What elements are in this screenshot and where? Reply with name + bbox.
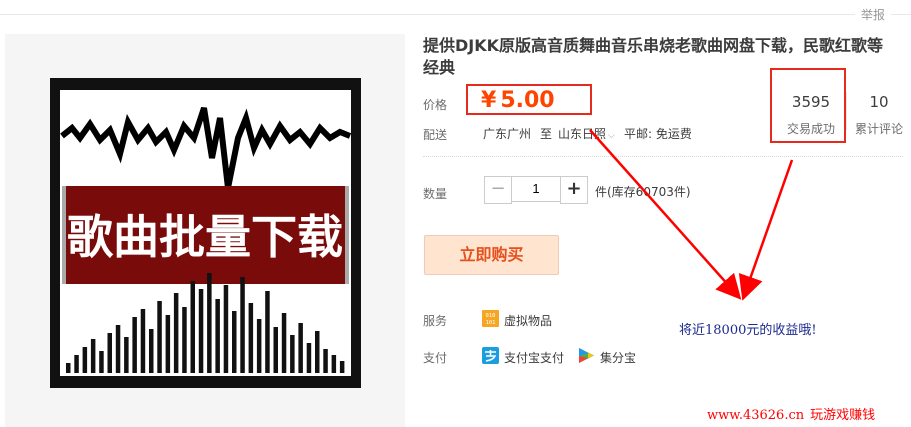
equalizer-bar <box>124 337 129 373</box>
sales-label: 交易成功 <box>786 122 835 136</box>
buy-now-button[interactable]: 立即购买 <box>424 235 559 275</box>
quantity-label: 数量 <box>423 187 448 201</box>
equalizer-bar <box>82 347 88 373</box>
ship-to-selector[interactable]: 山东日照 ⌵ <box>558 125 615 142</box>
equalizer-bar <box>99 351 104 373</box>
shipping-method: 平邮: 免运费 <box>624 127 692 141</box>
payment-alipay[interactable]: 支付宝支付 <box>504 349 564 366</box>
equalizer-bar <box>165 315 171 373</box>
price-value: 5.00 <box>500 88 555 113</box>
equalizer-bar <box>157 301 162 373</box>
equalizer-bar <box>66 363 71 373</box>
ship-to: 山东日照 <box>558 127 607 141</box>
equalizer-bar <box>306 343 312 373</box>
equalizer-bar <box>232 311 237 373</box>
equalizer-bar <box>90 339 96 373</box>
equalizer-bar <box>240 277 245 373</box>
equalizer-bar <box>265 291 270 373</box>
watermark-url: www.43626.cn <box>707 408 805 423</box>
equalizer-bar <box>290 335 295 373</box>
sales-count: 3595 <box>791 93 831 111</box>
virtual-goods-icon: 010 101 <box>482 310 499 327</box>
equalizer-bar <box>198 289 204 373</box>
ship-from: 广东广州 <box>483 127 532 141</box>
equalizer-bar <box>132 317 137 373</box>
arrow-from-price <box>589 129 742 300</box>
services-label: 服务 <box>423 314 448 328</box>
quantity-decrease-button[interactable]: − <box>484 176 512 204</box>
price: ¥5.00 <box>481 88 555 114</box>
stock-text: 件(库存60703件) <box>595 185 691 199</box>
chevron-down-icon: ⌵ <box>608 131 615 141</box>
earnings-annotation: 将近18000元的收益哦! <box>679 323 817 338</box>
report-link[interactable]: 举报 <box>854 6 891 23</box>
equalizer-bar <box>223 285 229 373</box>
shipping-label: 配送 <box>423 128 448 142</box>
review-label[interactable]: 累计评论 <box>844 120 911 137</box>
equalizer-bar <box>173 293 179 373</box>
payment-label: 支付 <box>423 351 448 365</box>
equalizer-bar <box>248 303 254 373</box>
equalizer-bar <box>149 329 154 373</box>
equalizer-bar <box>339 361 345 373</box>
banner-text: 歌曲批量下载 <box>67 210 343 264</box>
review-count[interactable]: 10 <box>844 93 911 111</box>
service-virtual-goods[interactable]: 虚拟物品 <box>504 312 552 329</box>
equalizer-bar <box>207 273 212 373</box>
jifenbao-icon <box>579 348 594 363</box>
equalizer-bar <box>281 313 287 373</box>
site-watermark: www.43626.cn 玩游戏赚钱 <box>707 404 875 423</box>
equalizer-bar <box>190 281 195 373</box>
equalizer-bar <box>315 331 320 373</box>
payment-jifenbao[interactable]: 集分宝 <box>600 349 636 366</box>
quantity-input[interactable] <box>512 176 560 202</box>
ship-to-word: 至 <box>540 127 553 141</box>
watermark-slogan: 玩游戏赚钱 <box>810 408 876 423</box>
currency-symbol: ¥ <box>481 88 497 113</box>
equalizer-bar <box>140 309 146 373</box>
equalizer-bar <box>182 307 187 373</box>
equalizer-bar <box>107 333 112 373</box>
price-label: 价格 <box>423 98 448 112</box>
product-image[interactable]: 歌曲批量下载 <box>50 78 361 388</box>
top-divider <box>0 14 911 15</box>
equalizer-bar <box>115 325 121 373</box>
alipay-icon <box>482 347 499 364</box>
quantity-stepper: − + <box>484 176 588 204</box>
equalizer-bar <box>323 349 328 373</box>
info-divider <box>423 156 903 157</box>
svg-text:101: 101 <box>486 320 496 326</box>
equalizer-bar <box>273 327 278 373</box>
equalizer-bar <box>256 319 262 373</box>
arrow-from-sales <box>738 159 794 301</box>
equalizer-bar <box>215 299 220 373</box>
quantity-increase-button[interactable]: + <box>560 176 588 204</box>
equalizer-bar <box>331 355 337 373</box>
equalizer-bar <box>298 323 303 373</box>
equalizer-bar <box>74 355 79 373</box>
svg-text:010: 010 <box>486 313 496 319</box>
